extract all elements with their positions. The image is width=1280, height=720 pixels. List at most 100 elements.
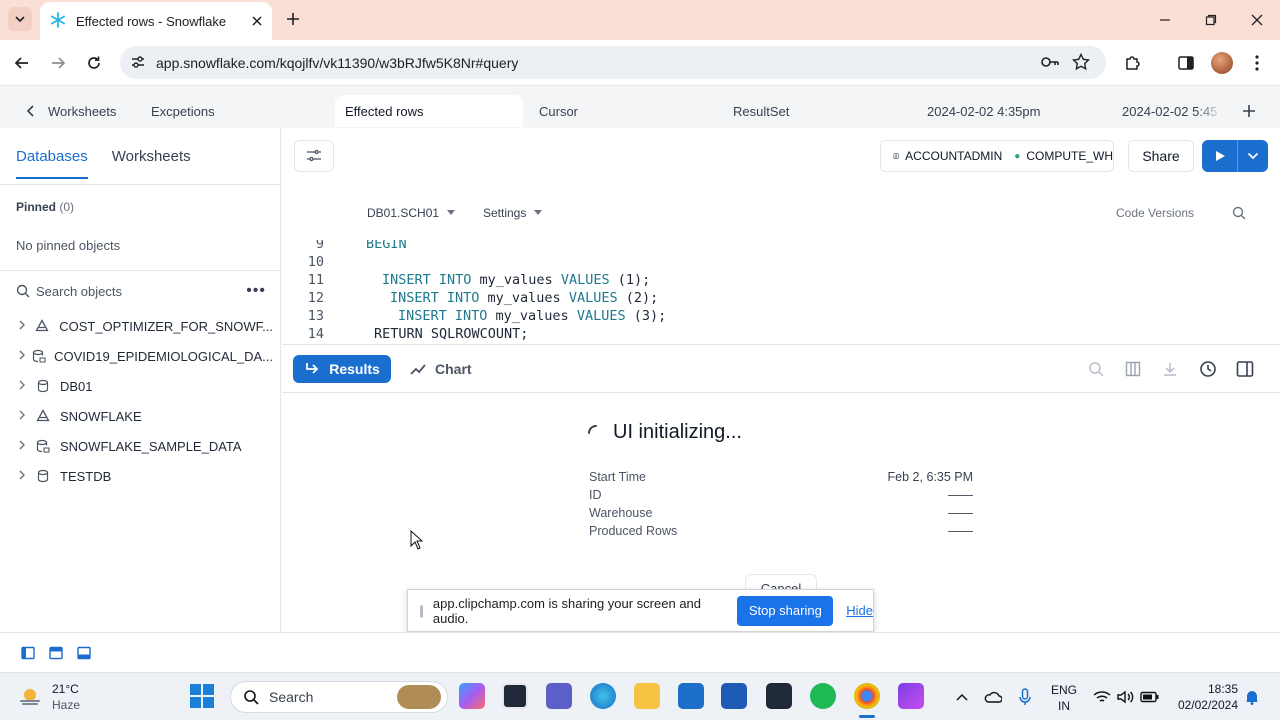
- microphone-icon[interactable]: [1015, 687, 1035, 707]
- chevron-left-icon: [26, 105, 34, 117]
- tab-databases[interactable]: Databases: [16, 148, 88, 179]
- database-tree-item[interactable]: SNOWFLAKE_SAMPLE_DATA: [18, 435, 273, 457]
- tab-worksheet-545[interactable]: 2024-02-02 5:45: [1122, 95, 1222, 127]
- more-options-icon[interactable]: •••: [246, 282, 266, 300]
- site-settings-icon[interactable]: [130, 54, 146, 73]
- results-tab-button[interactable]: Results: [293, 355, 391, 383]
- database-tree-item[interactable]: TESTDB: [18, 465, 273, 487]
- tab-cursor[interactable]: Cursor: [539, 95, 578, 127]
- battery-icon[interactable]: [1140, 687, 1160, 707]
- chevron-right-icon[interactable]: [18, 320, 30, 333]
- password-key-icon[interactable]: [1040, 53, 1060, 74]
- restore-window-button[interactable]: [1199, 8, 1223, 32]
- sql-text: my_values: [479, 290, 569, 306]
- drag-handle-icon[interactable]: ||: [408, 603, 433, 618]
- share-button[interactable]: Share: [1128, 140, 1194, 172]
- back-to-worksheets-link[interactable]: Worksheets: [26, 95, 116, 127]
- tab-label: Excpetions: [151, 103, 215, 119]
- back-button[interactable]: [10, 51, 34, 75]
- toggle-editor-icon[interactable]: [49, 646, 63, 660]
- clipchamp-icon[interactable]: [898, 683, 924, 709]
- forward-button[interactable]: [46, 51, 70, 75]
- show-hidden-icons-chevron-icon[interactable]: [952, 687, 972, 707]
- volume-icon[interactable]: [1116, 687, 1136, 707]
- add-worksheet-button[interactable]: [1242, 95, 1256, 127]
- extensions-button[interactable]: [1121, 51, 1145, 75]
- filter-button[interactable]: [294, 140, 334, 172]
- chart-tab-button[interactable]: Chart: [410, 355, 472, 383]
- search-results-button[interactable]: [1086, 359, 1106, 379]
- wifi-icon[interactable]: [1092, 687, 1112, 707]
- database-tree-item[interactable]: COST_OPTIMIZER_FOR_SNOWF...: [18, 315, 273, 337]
- hide-notice-link[interactable]: Hide: [846, 603, 873, 618]
- toggle-sidebar-icon[interactable]: [21, 646, 35, 660]
- file-explorer-app-icon[interactable]: [502, 683, 528, 709]
- address-bar[interactable]: app.snowflake.com/kqojlfv/vk11390/w3bRJf…: [120, 46, 1106, 79]
- divider: [0, 270, 281, 271]
- tab-excpetions[interactable]: Excpetions: [151, 95, 215, 127]
- tab-search-button[interactable]: [8, 7, 32, 31]
- role-warehouse-selector[interactable]: ACCOUNTADMIN ● COMPUTE_WH: [880, 140, 1114, 172]
- minimize-window-button[interactable]: [1153, 8, 1177, 32]
- database-schema-selector[interactable]: DB01.SCH01: [367, 206, 456, 220]
- reload-button[interactable]: [82, 51, 106, 75]
- browser-menu-button[interactable]: [1245, 51, 1269, 75]
- word-icon[interactable]: [721, 683, 747, 709]
- spotify-icon[interactable]: [810, 683, 836, 709]
- system-clock[interactable]: 18:35 02/02/2024: [1168, 681, 1238, 713]
- code-text: INSERT INTO my_values VALUES (2);: [366, 290, 658, 306]
- folder-icon[interactable]: [634, 683, 660, 709]
- input-language-indicator[interactable]: ENG IN: [1044, 682, 1084, 714]
- chevron-right-icon[interactable]: [18, 410, 30, 423]
- download-results-button[interactable]: [1160, 359, 1180, 379]
- database-tree-item[interactable]: SNOWFLAKE: [18, 405, 273, 427]
- stop-sharing-button[interactable]: Stop sharing: [737, 595, 834, 626]
- detail-label: ID: [589, 488, 602, 502]
- chevron-right-icon[interactable]: [18, 440, 30, 453]
- teams-icon[interactable]: [546, 683, 572, 709]
- search-objects-input[interactable]: Search objects •••: [16, 280, 266, 302]
- browser-tab[interactable]: Effected rows - Snowflake: [40, 2, 272, 40]
- tab-resultset[interactable]: ResultSet: [733, 95, 789, 127]
- database-tree-item[interactable]: COVID19_EPIDEMIOLOGICAL_DA...: [18, 345, 273, 367]
- run-options-chevron-icon[interactable]: [1238, 140, 1268, 172]
- tab-worksheet-435pm[interactable]: 2024-02-02 4:35pm: [927, 95, 1040, 127]
- close-window-button[interactable]: [1245, 8, 1269, 32]
- chevron-right-icon[interactable]: [18, 380, 30, 393]
- sql-editor[interactable]: 9 BEGIN 10 11 INSERT INTO my_values VALUES (…: [282, 240, 1280, 344]
- line-number: 10: [307, 254, 324, 270]
- code-text: INSERT INTO my_values VALUES (3);: [366, 308, 666, 324]
- toggle-results-icon[interactable]: [77, 646, 91, 660]
- tab-worksheets[interactable]: Worksheets: [112, 148, 191, 179]
- onedrive-icon[interactable]: [983, 687, 1003, 707]
- bookmark-star-icon[interactable]: [1071, 52, 1091, 74]
- screen-sharing-notice: || app.clipchamp.com is sharing your scr…: [407, 589, 874, 632]
- profile-avatar[interactable]: [1210, 51, 1234, 75]
- close-tab-icon[interactable]: [252, 14, 262, 29]
- store-icon[interactable]: [678, 683, 704, 709]
- pinned-count: (0): [59, 200, 75, 214]
- copilot-icon[interactable]: [459, 683, 485, 709]
- settings-dropdown[interactable]: Settings: [483, 206, 543, 220]
- new-tab-button[interactable]: [282, 8, 304, 30]
- code-versions-link[interactable]: Code Versions: [1116, 206, 1194, 220]
- database-tree-item[interactable]: DB01: [18, 375, 273, 397]
- query-history-button[interactable]: [1198, 359, 1218, 379]
- edge-icon[interactable]: [590, 683, 616, 709]
- code-text: INSERT INTO my_values VALUES (1);: [366, 272, 650, 288]
- run-icon[interactable]: [1202, 140, 1238, 172]
- columns-button[interactable]: [1123, 359, 1143, 379]
- chrome-icon[interactable]: [854, 683, 880, 709]
- chevron-right-icon[interactable]: [18, 470, 30, 483]
- taskbar-search-box[interactable]: Search: [230, 681, 448, 713]
- sticky-notes-icon[interactable]: [766, 683, 792, 709]
- chevron-right-icon[interactable]: [18, 350, 28, 363]
- toggle-details-panel-button[interactable]: [1235, 359, 1255, 379]
- side-panel-button[interactable]: [1174, 51, 1198, 75]
- run-button[interactable]: [1202, 140, 1268, 172]
- weather-widget[interactable]: 21°C Haze: [18, 681, 80, 713]
- notification-bell-icon[interactable]: [1242, 687, 1262, 707]
- tab-effected-rows[interactable]: Effected rows: [335, 95, 523, 127]
- editor-search-button[interactable]: [1232, 206, 1246, 220]
- start-button[interactable]: [189, 683, 215, 709]
